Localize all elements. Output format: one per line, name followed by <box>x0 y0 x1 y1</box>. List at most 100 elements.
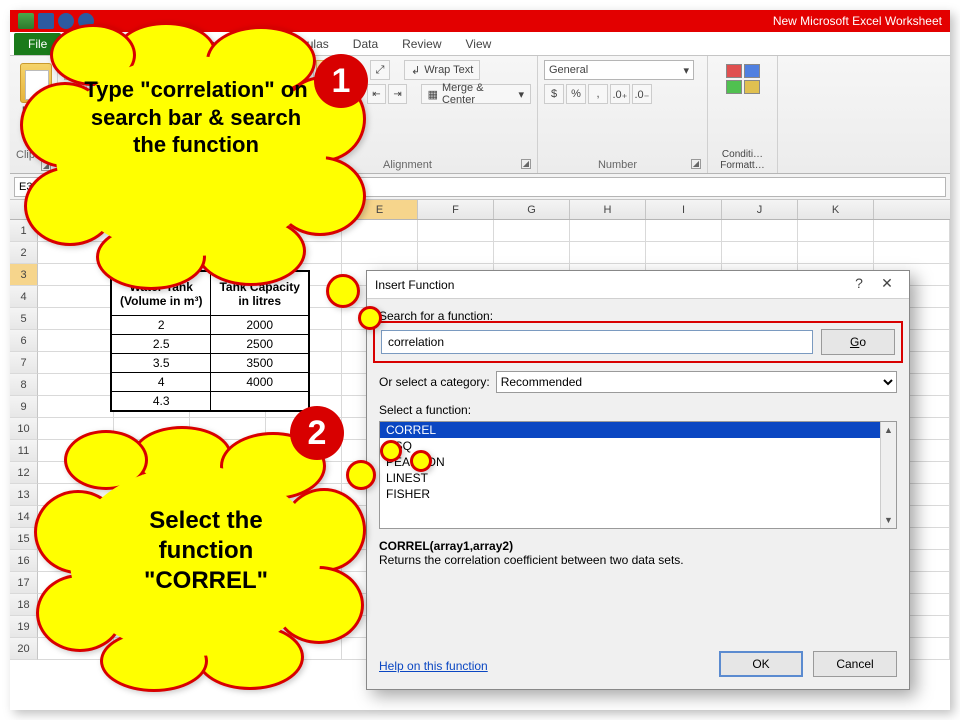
scroll-down-icon[interactable]: ▼ <box>884 512 893 528</box>
callout-1-badge: 1 <box>314 54 368 108</box>
cell[interactable] <box>798 242 874 263</box>
scrollbar[interactable]: ▲▼ <box>880 422 896 528</box>
cell[interactable] <box>494 220 570 241</box>
function-list[interactable]: CORREL RSQ PEARSON LINEST FISHER ▲▼ <box>379 421 897 529</box>
function-item[interactable]: FISHER <box>380 486 896 502</box>
conditional-formatting-label: Conditi…Formatt… <box>720 149 764 171</box>
data-table: Water Tank (Volume in m³) Tank Capacity … <box>110 270 310 412</box>
cell[interactable] <box>874 220 950 241</box>
row-header[interactable]: 6 <box>10 330 38 352</box>
col-header[interactable]: F <box>418 200 494 219</box>
wrap-text-button[interactable]: ↲Wrap Text <box>404 60 480 80</box>
scroll-up-icon[interactable]: ▲ <box>884 422 893 438</box>
help-icon[interactable]: ? <box>845 275 873 295</box>
percent-button[interactable]: % <box>566 84 586 104</box>
cancel-button[interactable]: Cancel <box>813 651 897 677</box>
function-item[interactable]: LINEST <box>380 470 896 486</box>
row-header[interactable]: 9 <box>10 396 38 418</box>
col-header[interactable]: J <box>722 200 798 219</box>
merge-icon: ▦ <box>428 88 438 101</box>
function-desc-text: Returns the correlation coefficient betw… <box>379 553 897 567</box>
cell[interactable] <box>38 330 114 351</box>
cell[interactable] <box>38 286 114 307</box>
accounting-button[interactable]: $ <box>544 84 564 104</box>
increase-indent-icon[interactable]: ⇥ <box>388 84 407 104</box>
row-header[interactable]: 18 <box>10 594 38 616</box>
row-header[interactable]: 20 <box>10 638 38 660</box>
cell[interactable] <box>418 220 494 241</box>
tab-review[interactable]: Review <box>390 33 453 55</box>
row-header[interactable]: 17 <box>10 572 38 594</box>
close-icon[interactable]: ✕ <box>873 275 901 295</box>
cell[interactable] <box>38 374 114 395</box>
callout-2: Select the function "CORREL" <box>36 426 356 686</box>
cell[interactable] <box>494 242 570 263</box>
row-header[interactable]: 7 <box>10 352 38 374</box>
cell[interactable] <box>38 308 114 329</box>
chevron-down-icon: ▾ <box>518 88 524 101</box>
table-row: 44000 <box>112 373 309 392</box>
number-dlauncher-icon[interactable]: ◢ <box>691 159 701 169</box>
callout-2-badge: 2 <box>290 406 344 460</box>
conditional-formatting-icon[interactable] <box>726 64 760 94</box>
dialog-title: Insert Function <box>375 278 454 292</box>
merge-center-label: Merge & Center <box>442 82 515 106</box>
help-link[interactable]: Help on this function <box>379 659 488 673</box>
decrease-decimal-icon[interactable]: .0₋ <box>632 84 652 104</box>
tab-view[interactable]: View <box>454 33 504 55</box>
go-button[interactable]: Go <box>821 329 895 355</box>
cell[interactable] <box>570 242 646 263</box>
table-cell[interactable] <box>211 392 308 411</box>
cell[interactable] <box>722 242 798 263</box>
row-header[interactable]: 4 <box>10 286 38 308</box>
function-item[interactable]: CORREL <box>380 422 896 438</box>
comma-button[interactable]: , <box>588 84 608 104</box>
row-header[interactable]: 19 <box>10 616 38 638</box>
dialog-titlebar: Insert Function ? ✕ <box>367 271 909 299</box>
cell[interactable] <box>646 220 722 241</box>
col-header[interactable]: K <box>798 200 874 219</box>
table-cell[interactable]: 3.5 <box>112 354 211 373</box>
table-cell[interactable]: 3500 <box>211 354 308 373</box>
table-cell[interactable]: 2500 <box>211 335 308 354</box>
decrease-indent-icon[interactable]: ⇤ <box>367 84 386 104</box>
number-format-value: General <box>549 64 588 76</box>
table-cell[interactable]: 2000 <box>211 316 308 335</box>
cell[interactable] <box>646 242 722 263</box>
table-cell[interactable]: 4 <box>112 373 211 392</box>
ok-button[interactable]: OK <box>719 651 803 677</box>
table-cell[interactable]: 2 <box>112 316 211 335</box>
table-cell[interactable]: 2.5 <box>112 335 211 354</box>
col-header[interactable]: I <box>646 200 722 219</box>
row-header[interactable]: 5 <box>10 308 38 330</box>
cell[interactable] <box>38 396 114 417</box>
cell[interactable] <box>570 220 646 241</box>
row-header[interactable]: 11 <box>10 440 38 462</box>
increase-decimal-icon[interactable]: .0₊ <box>610 84 630 104</box>
category-select[interactable]: Recommended <box>496 371 897 393</box>
merge-center-button[interactable]: ▦ Merge & Center ▾ <box>421 84 531 104</box>
row-header[interactable]: 12 <box>10 462 38 484</box>
row-header[interactable]: 13 <box>10 484 38 506</box>
cell[interactable] <box>798 220 874 241</box>
cell[interactable] <box>874 242 950 263</box>
function-item[interactable]: PEARSON <box>380 454 896 470</box>
row-header[interactable]: 16 <box>10 550 38 572</box>
col-header[interactable]: G <box>494 200 570 219</box>
cell[interactable] <box>418 242 494 263</box>
table-cell[interactable]: 4000 <box>211 373 308 392</box>
wrap-text-label: Wrap Text <box>424 64 473 76</box>
table-cell[interactable]: 4.3 <box>112 392 211 411</box>
insert-function-dialog: Insert Function ? ✕ Search for a functio… <box>366 270 910 690</box>
orientation-icon[interactable]: ⤢ <box>370 60 390 80</box>
row-header[interactable]: 10 <box>10 418 38 440</box>
cell[interactable] <box>722 220 798 241</box>
row-header[interactable]: 8 <box>10 374 38 396</box>
search-input[interactable] <box>381 330 813 354</box>
function-item[interactable]: RSQ <box>380 438 896 454</box>
alignment-dlauncher-icon[interactable]: ◢ <box>521 159 531 169</box>
document-title: New Microsoft Excel Worksheet <box>773 14 942 28</box>
col-header[interactable]: H <box>570 200 646 219</box>
cell[interactable] <box>38 352 114 373</box>
number-format-combo[interactable]: General▾ <box>544 60 694 80</box>
